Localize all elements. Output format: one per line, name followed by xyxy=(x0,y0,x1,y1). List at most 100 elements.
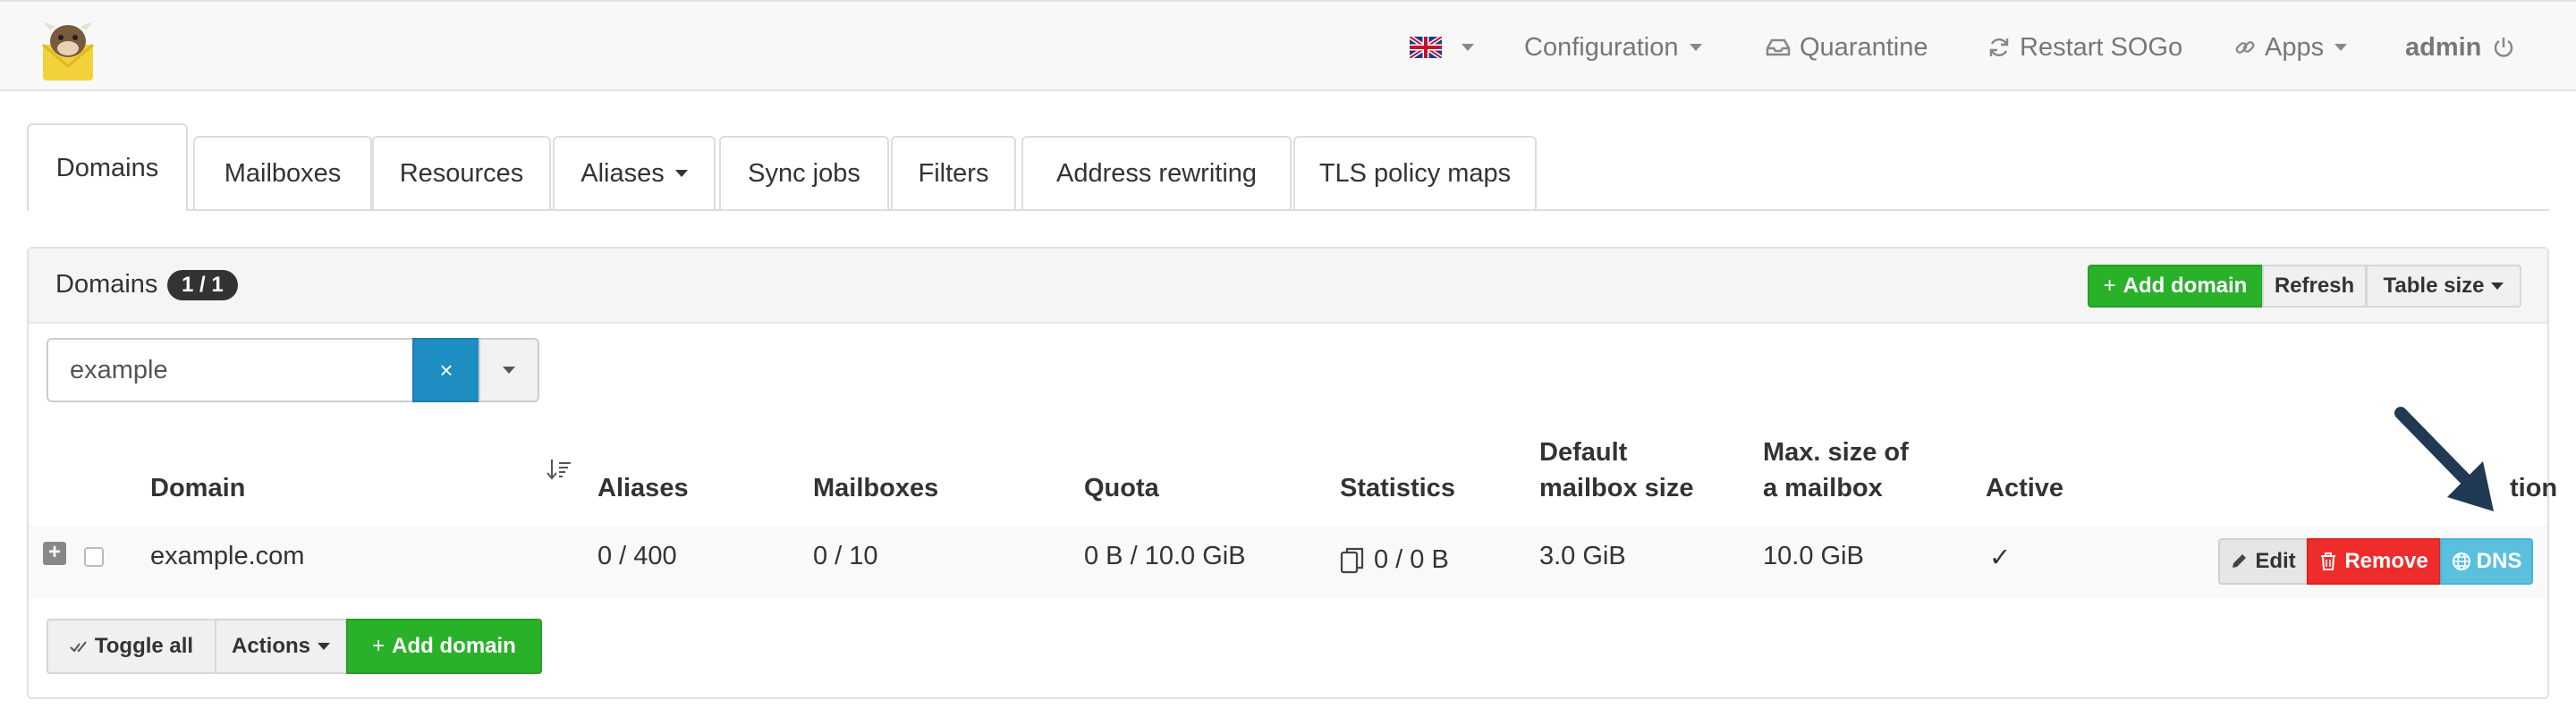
nav-apps-label: Apps xyxy=(2265,32,2325,62)
tab-tls-policy-maps[interactable]: TLS policy maps xyxy=(1293,136,1537,209)
header-action: tion xyxy=(2510,474,2558,502)
remove-button[interactable]: Remove xyxy=(2307,538,2441,585)
panel-title: Domains xyxy=(55,270,158,299)
inbox-icon xyxy=(1766,38,1791,56)
nav-configuration[interactable]: Configuration xyxy=(1524,29,1702,66)
top-navbar: Configuration Quarantine Restart SOGo Ap… xyxy=(0,0,2576,91)
tab-resources[interactable]: Resources xyxy=(372,136,551,209)
edit-label: Edit xyxy=(2255,549,2296,573)
cell-statistics-value: 0 / 0 B xyxy=(1374,545,1449,574)
expand-row-icon[interactable]: + xyxy=(43,542,66,565)
plus-icon: + xyxy=(372,634,386,658)
nav-apps[interactable]: Apps xyxy=(2234,29,2348,66)
header-quota[interactable]: Quota xyxy=(1084,470,1159,506)
add-domain-button[interactable]: + Add domain xyxy=(2088,265,2263,308)
header-default-line-1: Default xyxy=(1539,438,1628,467)
add-domain-label: Add domain xyxy=(2123,274,2248,298)
header-statistics[interactable]: Statistics xyxy=(1340,470,1455,506)
chevron-down-icon xyxy=(2334,44,2348,51)
search-options-dropdown[interactable] xyxy=(479,338,539,402)
nav-quarantine-label: Quarantine xyxy=(1800,32,1928,62)
uk-flag-icon xyxy=(1410,37,1442,58)
chevron-down-icon xyxy=(503,367,515,374)
actions-label: Actions xyxy=(231,634,310,658)
cell-domain: example.com xyxy=(150,542,305,570)
nav-admin[interactable]: admin xyxy=(2405,29,2515,66)
tab-filters[interactable]: Filters xyxy=(891,136,1016,209)
chevron-down-icon xyxy=(1462,44,1474,51)
chevron-down-icon xyxy=(2491,283,2504,290)
chevron-down-icon xyxy=(674,170,688,177)
tab-resources-label: Resources xyxy=(399,158,524,188)
count-badge: 1 / 1 xyxy=(167,270,238,300)
nav-quarantine[interactable]: Quarantine xyxy=(1766,29,1928,66)
cell-statistics: 0 / 0 B xyxy=(1340,545,1449,575)
check-all-icon xyxy=(70,641,87,653)
chevron-down-icon xyxy=(318,643,330,650)
globe-icon xyxy=(2452,553,2470,570)
link-icon xyxy=(2235,41,2255,54)
tab-tls-policy-maps-label: TLS policy maps xyxy=(1318,158,1512,188)
plus-icon: + xyxy=(2103,274,2116,298)
cell-default-size: 3.0 GiB xyxy=(1539,542,1626,570)
table-row[interactable] xyxy=(29,526,2547,599)
nav-restart-sogo-label: Restart SOGo xyxy=(2020,32,2183,62)
dns-label: DNS xyxy=(2476,549,2522,573)
chevron-down-icon xyxy=(1689,44,1702,51)
cell-max-size: 10.0 GiB xyxy=(1763,542,1864,570)
close-icon: × xyxy=(439,356,453,384)
table-size-label: Table size xyxy=(2383,274,2485,298)
header-max-line-2: a mailbox xyxy=(1763,474,1883,502)
edit-button[interactable]: Edit xyxy=(2218,538,2308,585)
toggle-all-label: Toggle all xyxy=(94,634,194,658)
nav-restart-sogo[interactable]: Restart SOGo xyxy=(1987,29,2182,66)
tab-sync-jobs[interactable]: Sync jobs xyxy=(719,136,889,209)
mailcow-logo[interactable] xyxy=(34,18,102,82)
cell-mailboxes: 0 / 10 xyxy=(813,542,878,570)
tab-domains-label: Domains xyxy=(55,153,159,182)
copy-icon xyxy=(1340,547,1364,573)
tab-address-rewriting[interactable]: Address rewriting xyxy=(1021,136,1292,209)
language-dropdown[interactable] xyxy=(1410,29,1474,66)
tabs-divider xyxy=(27,209,2549,211)
cell-aliases: 0 / 400 xyxy=(597,542,677,570)
pencil-icon xyxy=(2233,554,2247,568)
tab-address-rewriting-label: Address rewriting xyxy=(1055,158,1258,188)
footer-add-domain-button[interactable]: + Add domain xyxy=(346,619,542,674)
tab-aliases-label: Aliases xyxy=(580,158,665,188)
dns-button[interactable]: DNS xyxy=(2440,538,2533,585)
refresh-button[interactable]: Refresh xyxy=(2262,265,2367,308)
footer-add-domain-label: Add domain xyxy=(392,634,516,658)
power-icon[interactable] xyxy=(2492,36,2515,59)
active-check-icon: ✓ xyxy=(1989,544,2012,572)
header-aliases[interactable]: Aliases xyxy=(597,470,689,506)
tab-mailboxes-label: Mailboxes xyxy=(224,158,342,188)
tab-filters-label: Filters xyxy=(918,158,989,188)
header-mailboxes[interactable]: Mailboxes xyxy=(813,470,938,506)
refresh-label: Refresh xyxy=(2274,274,2355,298)
row-checkbox[interactable] xyxy=(84,547,104,567)
tab-domains[interactable]: Domains xyxy=(27,123,188,211)
annotation-arrow-icon xyxy=(2394,407,2494,511)
table-size-button[interactable]: Table size xyxy=(2366,265,2521,308)
nav-configuration-label: Configuration xyxy=(1524,32,1679,62)
header-default-line-2: mailbox size xyxy=(1539,474,1694,502)
remove-label: Remove xyxy=(2344,549,2428,573)
search-input[interactable] xyxy=(47,338,414,402)
toggle-all-button[interactable]: Toggle all xyxy=(47,619,216,674)
nav-admin-label: admin xyxy=(2405,32,2482,62)
cell-quota: 0 B / 10.0 GiB xyxy=(1084,542,1246,570)
header-default-mailbox-size[interactable]: Default mailbox size xyxy=(1539,434,1693,506)
tab-aliases[interactable]: Aliases xyxy=(553,136,716,209)
refresh-icon xyxy=(1989,38,2009,57)
header-active[interactable]: Active xyxy=(1986,470,2063,506)
tab-mailboxes[interactable]: Mailboxes xyxy=(193,136,372,209)
header-max-mailbox-size[interactable]: Max. size of a mailbox xyxy=(1763,434,1909,506)
clear-search-button[interactable]: × xyxy=(412,338,480,402)
header-max-line-1: Max. size of xyxy=(1763,438,1909,467)
sort-icon[interactable] xyxy=(546,458,572,481)
header-domain[interactable]: Domain xyxy=(150,470,245,506)
tab-sync-jobs-label: Sync jobs xyxy=(748,158,860,188)
actions-dropdown[interactable]: Actions xyxy=(215,619,347,674)
trash-icon xyxy=(2321,553,2336,570)
